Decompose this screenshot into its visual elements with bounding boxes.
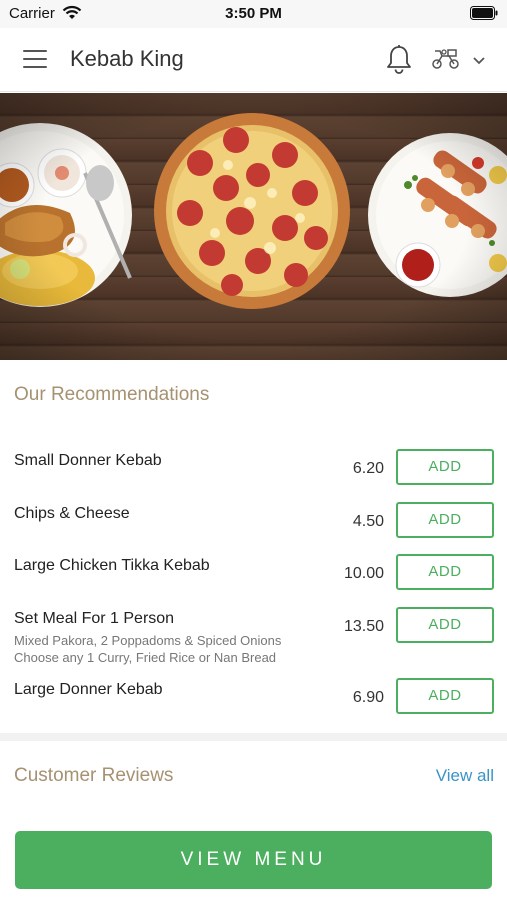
reviews-heading: Customer Reviews xyxy=(14,765,174,786)
item-price: 13.50 xyxy=(343,618,384,635)
battery-icon xyxy=(470,6,498,25)
chevron-down-icon[interactable] xyxy=(472,53,486,71)
item-name: Set Meal For 1 Person xyxy=(14,610,175,627)
item-price: 10.00 xyxy=(343,565,384,582)
add-button[interactable]: ADD xyxy=(396,607,494,643)
delivery-scooter-icon[interactable] xyxy=(431,48,461,75)
hero-food-image xyxy=(0,93,507,360)
app-header: Kebab King xyxy=(0,28,507,92)
bell-icon[interactable] xyxy=(385,44,413,79)
hamburger-menu-icon[interactable] xyxy=(23,50,47,68)
recommendations-heading: Our Recommendations xyxy=(14,384,210,405)
item-name: Large Chicken Tikka Kebab xyxy=(14,557,210,574)
item-price: 6.90 xyxy=(352,689,384,706)
add-button[interactable]: ADD xyxy=(396,554,494,590)
food-illustration xyxy=(0,93,507,360)
add-button[interactable]: ADD xyxy=(396,502,494,538)
item-price: 4.50 xyxy=(352,513,384,530)
section-divider xyxy=(0,733,507,741)
status-bar: Carrier 3:50 PM xyxy=(0,0,507,28)
restaurant-title: Kebab King xyxy=(70,46,184,71)
view-all-reviews-link[interactable]: View all xyxy=(436,766,494,786)
item-name: Small Donner Kebab xyxy=(14,452,162,469)
add-button[interactable]: ADD xyxy=(396,678,494,714)
item-description-line: Choose any 1 Curry, Fried Rice or Nan Br… xyxy=(14,650,277,665)
item-name: Large Donner Kebab xyxy=(14,681,163,698)
add-button[interactable]: ADD xyxy=(396,449,494,485)
item-description: Mixed Pakora, 2 Poppadoms & Spiced Onion… xyxy=(14,632,334,666)
item-description-line: Mixed Pakora, 2 Poppadoms & Spiced Onion… xyxy=(14,633,282,648)
clock: 3:50 PM xyxy=(225,5,282,22)
item-name: Chips & Cheese xyxy=(14,505,130,522)
item-price: 6.20 xyxy=(352,460,384,477)
view-menu-button[interactable]: VIEW MENU xyxy=(15,831,492,889)
